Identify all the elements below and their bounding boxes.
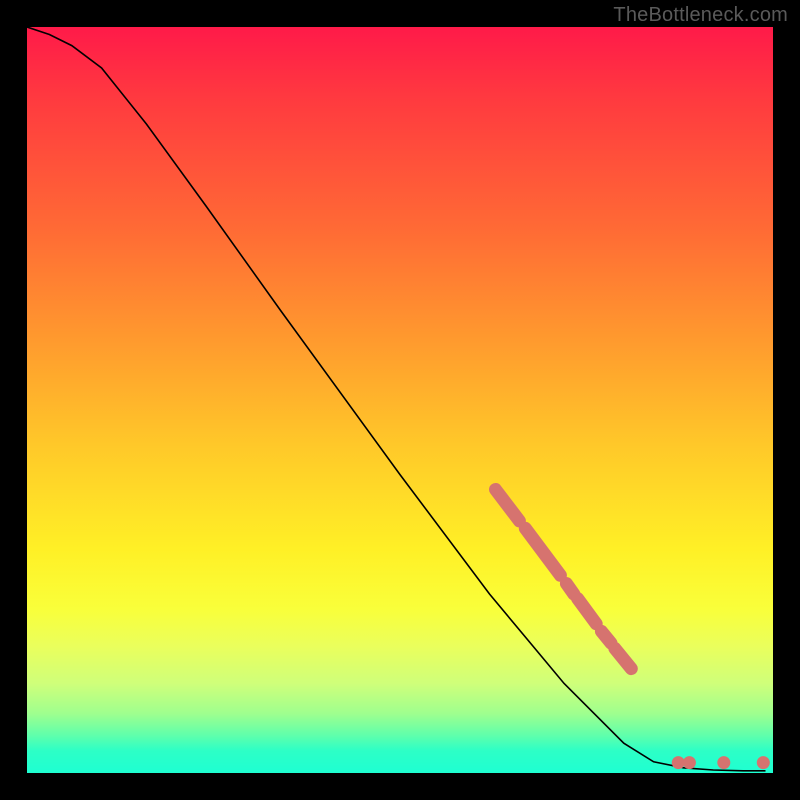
curve-svg xyxy=(27,27,773,773)
chart-frame: TheBottleneck.com xyxy=(0,0,800,800)
marker-segments xyxy=(496,490,632,669)
marker-segment xyxy=(601,631,611,643)
marker-dot xyxy=(757,756,770,769)
marker-dot xyxy=(672,756,685,769)
plot-area xyxy=(27,27,773,773)
marker-dot xyxy=(683,756,696,769)
marker-dot xyxy=(717,756,730,769)
watermark-text: TheBottleneck.com xyxy=(613,4,788,27)
marker-segment xyxy=(566,584,573,595)
marker-segment xyxy=(496,490,520,521)
marker-segment xyxy=(578,598,597,623)
marker-dots xyxy=(672,756,770,769)
main-curve xyxy=(27,27,766,771)
marker-segment xyxy=(525,528,560,575)
marker-segment xyxy=(615,648,632,668)
